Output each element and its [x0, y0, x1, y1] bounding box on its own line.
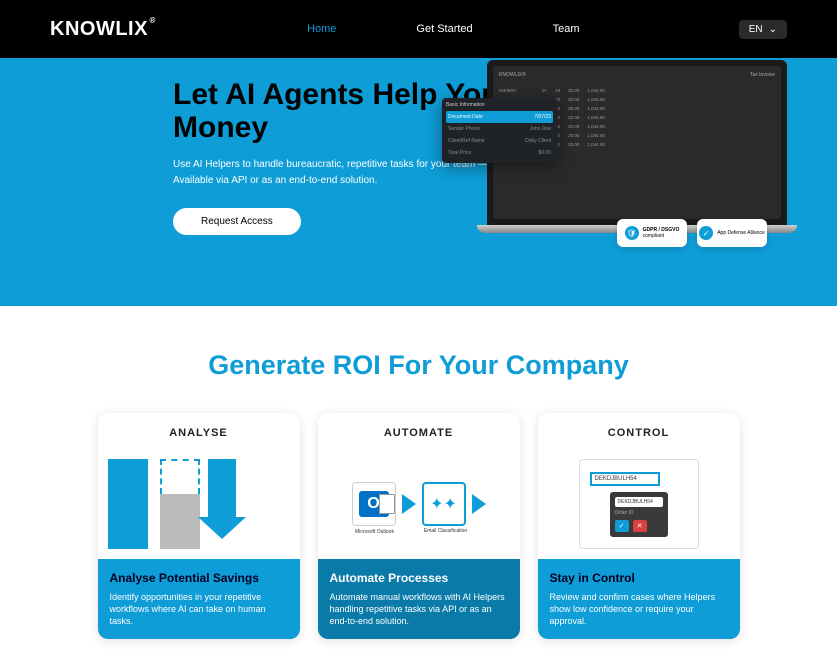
control-visual: DEKDJBULH54 DEKDJBULH54 Order ID ✓✕ [538, 449, 740, 559]
close-icon: ✕ [633, 520, 647, 532]
card-control: CONTROL DEKDJBULH54 DEKDJBULH54 Order ID… [538, 413, 740, 639]
card-title: Automate Processes [330, 571, 508, 585]
nav-team[interactable]: Team [553, 23, 580, 35]
card-text: Review and confirm cases where Helpers s… [550, 591, 728, 627]
card-category: AUTOMATE [318, 413, 520, 449]
nav-get-started[interactable]: Get Started [416, 23, 472, 35]
card-category: CONTROL [538, 413, 740, 449]
order-field: DEKDJBULH54 [590, 472, 660, 486]
card-category: ANALYSE [98, 413, 300, 449]
shield-icon: 🛡 [625, 226, 639, 240]
tooltip: DEKDJBULH54 Order ID ✓✕ [610, 492, 668, 537]
stars-icon: ✦✦Email Classification [422, 482, 466, 526]
navbar: KNOWLIX® Home Get Started Team EN ⌄ [0, 0, 837, 58]
card-text: Identify opportunities in your repetitiv… [110, 591, 288, 627]
roi-section: Generate ROI For Your Company ANALYSE An… [0, 306, 837, 639]
app-defense-badge: ✓ App Defense Alliance [697, 219, 767, 247]
nav-home[interactable]: Home [307, 23, 336, 35]
hero-mockup: KNOWLIX® Tax Invoice M405/070+1020.001,0… [487, 60, 787, 233]
lang-label: EN [749, 24, 763, 35]
section-title: Generate ROI For Your Company [0, 350, 837, 381]
check-icon: ✓ [615, 520, 629, 532]
hero: Let AI Agents Help Your Company Save Mon… [0, 58, 837, 306]
card-title: Stay in Control [550, 571, 728, 585]
gdpr-badge: 🛡 GDPR / DSGVOcompliant [617, 219, 687, 247]
mock-popup: Basic Information Document Date7/07/23 S… [442, 98, 557, 163]
chevron-down-icon: ⌄ [769, 24, 777, 35]
cards-row: ANALYSE Analyse Potential Savings Identi… [0, 413, 837, 639]
arrow-right-icon [402, 494, 416, 514]
request-access-button[interactable]: Request Access [173, 208, 301, 235]
card-title: Analyse Potential Savings [110, 571, 288, 585]
arrow-right-icon [472, 494, 486, 514]
card-analyse: ANALYSE Analyse Potential Savings Identi… [98, 413, 300, 639]
nav-links: Home Get Started Team [307, 23, 580, 35]
logo: KNOWLIX® [50, 18, 148, 41]
language-select[interactable]: EN ⌄ [739, 20, 787, 39]
badges: 🛡 GDPR / DSGVOcompliant ✓ App Defense Al… [617, 219, 767, 247]
automate-visual: OMicrosoft Outlook ✦✦Email Classificatio… [318, 449, 520, 559]
analyse-visual [98, 449, 300, 559]
check-shield-icon: ✓ [699, 226, 713, 240]
card-automate: AUTOMATE OMicrosoft Outlook ✦✦Email Clas… [318, 413, 520, 639]
card-text: Automate manual workflows with AI Helper… [330, 591, 508, 627]
laptop-frame: KNOWLIX® Tax Invoice M405/070+1020.001,0… [487, 60, 787, 225]
outlook-icon: OMicrosoft Outlook [352, 482, 396, 526]
